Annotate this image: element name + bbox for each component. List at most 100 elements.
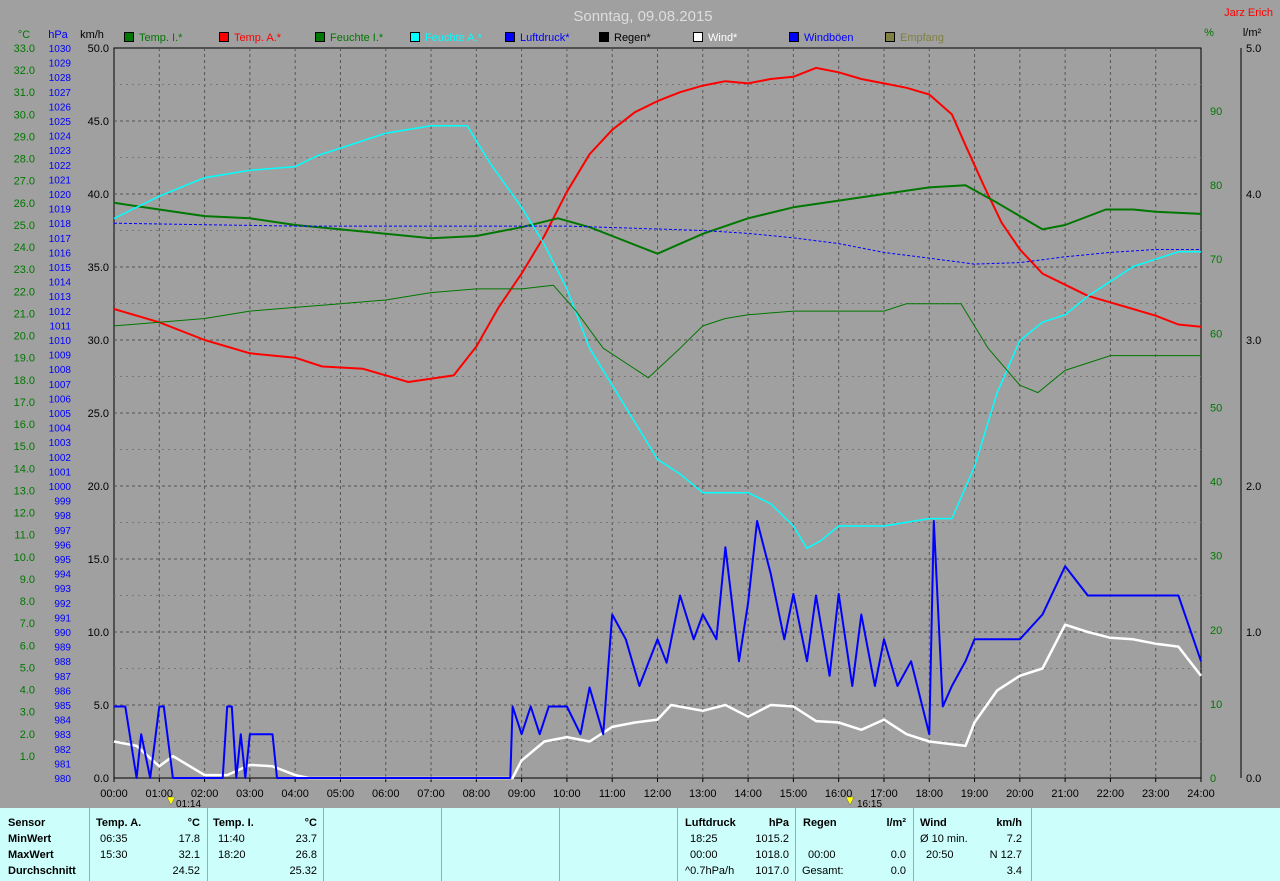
temp-tick-label: 26.0 <box>14 198 35 210</box>
press-tick-label: 981 <box>54 759 71 770</box>
press-tick-label: 1021 <box>49 175 72 186</box>
legend-item: Temp. A.* <box>219 31 281 45</box>
humid-tick-label: 90 <box>1210 106 1222 118</box>
press-tick-label: 998 <box>54 511 71 522</box>
press-tick-label: 1010 <box>49 336 72 347</box>
temp-tick-label: 29.0 <box>14 131 35 143</box>
x-tick-label: 11:00 <box>599 788 626 800</box>
press-tick-label: 1003 <box>49 438 72 449</box>
x-tick-label: 10:00 <box>553 788 581 800</box>
unit-humid: % <box>1204 27 1214 39</box>
row-min-label: MinWert <box>8 833 52 845</box>
press-tick-label: 986 <box>54 686 71 697</box>
temp-a-min-time: 06:35 <box>100 833 128 845</box>
rain-header: Regen <box>803 817 837 829</box>
chart-title: Sonntag, 09.08.2015 <box>573 8 712 25</box>
press-tick-label: 1004 <box>49 424 72 435</box>
left-axes: 1.0 2.0 3.0 4.0 5.0 6.0 7.0 8.0 9.0 10.0 11.0 12.0 1… <box>14 43 109 785</box>
temp-tick-label: 20.0 <box>14 331 35 343</box>
temp-tick-label: 30.0 <box>14 109 35 121</box>
x-tick-label: 22:00 <box>1097 788 1125 800</box>
press-tick-label: 1005 <box>49 409 72 420</box>
marker-right-label: 16:15 <box>857 799 882 808</box>
unit-wind: km/h <box>80 29 104 41</box>
legend-swatch <box>885 32 895 42</box>
x-tick-label: 14:00 <box>734 788 762 800</box>
press-tick-label: 1018 <box>49 219 72 230</box>
stats-panel: Sensor MinWert MaxWert Durchschnitt Temp… <box>0 808 1280 881</box>
press-tick-label: 990 <box>54 628 71 639</box>
x-tick-label: 19:00 <box>961 788 989 800</box>
legend-swatch <box>410 32 420 42</box>
temp-tick-label: 17.0 <box>14 397 35 409</box>
sensor-header: Sensor <box>8 817 46 829</box>
press-tick-label: 1030 <box>49 44 72 55</box>
legend-label: Regen* <box>614 32 651 44</box>
press-tick-label: 1024 <box>49 132 72 143</box>
press-tick-label: 1025 <box>49 117 72 128</box>
marker-right-icon <box>845 796 855 806</box>
marker-left-label: 01:14 <box>176 799 201 808</box>
press-tick-label: 1015 <box>49 263 72 274</box>
temp-tick-label: 9.0 <box>20 574 35 586</box>
legend-label: Feuchte I.* <box>330 32 384 44</box>
row-max-label: MaxWert <box>8 849 54 861</box>
temp-tick-label: 19.0 <box>14 353 35 365</box>
temp-a-max-val: 32.1 <box>178 849 200 861</box>
press-tick-label: 989 <box>54 643 71 654</box>
temp-tick-label: 7.0 <box>20 618 35 630</box>
temp-i-avg-val: 25.32 <box>289 865 317 877</box>
press-header: Luftdruck <box>685 817 736 829</box>
rain-tick-label: 3.0 <box>1246 335 1261 347</box>
wind-tick-label: 0.0 <box>94 773 109 785</box>
legend-item: Feuchte A.* <box>410 31 482 45</box>
press-tick-label: 995 <box>54 555 71 566</box>
legend-swatch <box>505 32 515 42</box>
rain-tick-label: 5.0 <box>1246 43 1261 55</box>
press-tick-label: 1016 <box>49 248 72 259</box>
press-max-val: 1018.0 <box>755 849 789 861</box>
rain-tick-label: 2.0 <box>1246 481 1261 493</box>
press-tick-label: 1006 <box>49 394 72 405</box>
press-min-val: 1015.2 <box>755 833 789 845</box>
temp-tick-label: 16.0 <box>14 419 35 431</box>
press-tick-label: 999 <box>54 497 71 508</box>
x-tick-label: 06:00 <box>372 788 400 800</box>
press-tick-label: 997 <box>54 526 71 537</box>
rain-total-val: 0.0 <box>890 865 906 877</box>
x-tick-label: 18:00 <box>915 788 943 800</box>
legend-swatch <box>315 32 325 42</box>
press-max-time: 00:00 <box>690 849 718 861</box>
x-tick-label: 04:00 <box>281 788 309 800</box>
wind-tick-label: 15.0 <box>88 554 109 566</box>
temp-tick-label: 18.0 <box>14 375 35 387</box>
press-tick-label: 1026 <box>49 102 72 113</box>
temp-i-unit: °C <box>304 817 317 829</box>
press-tick-label: 1000 <box>49 482 72 493</box>
rain-tick-label: 1.0 <box>1246 627 1261 639</box>
humid-tick-label: 80 <box>1210 180 1222 192</box>
press-tick-label: 993 <box>54 584 71 595</box>
rain-max-val: 0.0 <box>890 849 906 861</box>
press-tick-label: 985 <box>54 701 71 712</box>
legend-item: Regen* <box>599 31 651 45</box>
press-tick-label: 1020 <box>49 190 72 201</box>
marker-left-icon <box>166 796 176 806</box>
temp-a-header: Temp. A. <box>96 817 142 829</box>
legend-swatch <box>219 32 229 42</box>
legend-label: Windböen <box>804 32 854 44</box>
humid-tick-label: 30 <box>1210 551 1222 563</box>
x-tick-label: 00:00 <box>100 788 128 800</box>
temp-tick-label: 25.0 <box>14 220 35 232</box>
wind-tick-label: 50.0 <box>88 43 109 55</box>
legend-label: Temp. A.* <box>234 32 282 44</box>
legend-label: Wind* <box>708 32 738 44</box>
wind-unit: km/h <box>996 817 1022 829</box>
press-tick-label: 1028 <box>49 73 72 84</box>
press-tick-label: 1008 <box>49 365 72 376</box>
rain-max-time: 00:00 <box>808 849 836 861</box>
temp-tick-label: 13.0 <box>14 485 35 497</box>
legend-swatch <box>789 32 799 42</box>
wind-header: Wind <box>920 817 947 829</box>
x-tick-label: 08:00 <box>463 788 491 800</box>
